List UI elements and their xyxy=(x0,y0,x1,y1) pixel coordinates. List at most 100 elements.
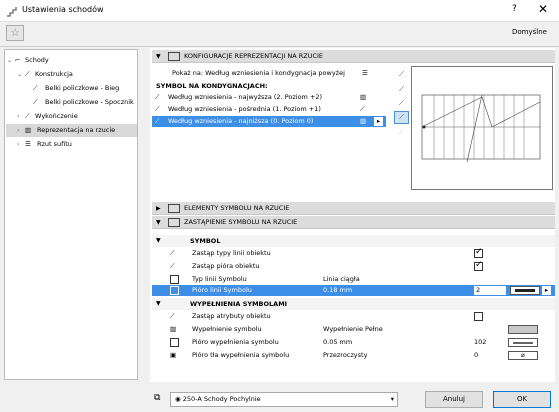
tree-item-label: Belki policzkowe - Bieg xyxy=(45,84,120,92)
tree-item-label: Wykończenie xyxy=(35,112,78,120)
hatch-icon: ▨ xyxy=(170,325,177,333)
fill-pen-swatch[interactable] xyxy=(508,338,538,347)
ok-button[interactable]: OK xyxy=(493,391,551,408)
line-style-1-button[interactable]: ⟋ xyxy=(394,68,409,81)
show-on-label: Pokaż na: Według wzniesienia i kondygnac… xyxy=(172,69,345,77)
row-value: Wypełnienie Pełne xyxy=(323,325,383,333)
symbol-on-floors-header: SYMBOL NA KONDYGNACJACH: xyxy=(156,82,268,90)
footer-bar: ⧉ ◉ 250-A Schody Pochylnie ▾ Anuluj OK xyxy=(0,388,559,412)
tree-item-belki-spocznik[interactable]: ⟋ Belki policzkowe - Spocznik xyxy=(33,96,137,109)
row-label: Zastąp atrybuty obiektu xyxy=(192,312,271,320)
section-elements-header[interactable]: ▶ ELEMENTY SYMBOLU NA RZUCIE xyxy=(152,202,555,215)
row-value: 0.18 mm xyxy=(323,286,353,294)
config-row-middle[interactable]: ⟋ Według wzniesienia - pośrednia (1. Pozi… xyxy=(152,104,386,115)
stair-preview xyxy=(411,66,553,190)
chevron-down-icon: ▾ xyxy=(390,395,394,403)
tree-item-label: Konstrukcja xyxy=(35,70,73,78)
subheader-title: WYPEŁNIENIA SYMBOLAMI xyxy=(190,300,288,308)
override-pens-checkbox[interactable] xyxy=(474,260,483,271)
override-pens-row: ⟋ Zastąp pióra obiektu xyxy=(152,260,555,272)
line-style-4-button[interactable]: ⟋ xyxy=(394,111,409,124)
eye-icon: ◉ xyxy=(175,395,181,403)
pen-number-input[interactable]: 2 xyxy=(474,286,506,295)
override-line-types-checkbox[interactable] xyxy=(474,247,483,258)
triangle-down-icon: ▼ xyxy=(156,219,161,226)
override-line-types-row: ⟋ Zastąp typy linii obiektu xyxy=(152,247,555,259)
row-label: Pióro linii Symbolu xyxy=(192,286,252,294)
line-type-icon: ⟋ xyxy=(170,249,175,257)
show-on-row[interactable]: Pokaż na: Według wzniesienia i kondygnac… xyxy=(152,68,386,79)
tree-item-belki-bieg[interactable]: ⟋ Belki policzkowe - Bieg xyxy=(33,82,137,95)
pen-icon xyxy=(170,286,179,295)
symbol-fill-row[interactable]: ▨ Wypełnienie symbolu Wypełnienie Pełne xyxy=(152,324,555,335)
fill-subheader[interactable]: ▼ WYPEŁNIENIA SYMBOLAMI xyxy=(152,298,555,310)
favorites-button[interactable]: ☆ xyxy=(6,25,24,41)
tree-item-konstrukcja[interactable]: ⌄ ⟋ Konstrukcja xyxy=(17,68,137,81)
stair-app-icon xyxy=(7,7,17,17)
close-button[interactable]: ✕ xyxy=(538,2,548,16)
help-button[interactable]: ? xyxy=(512,4,517,14)
triangle-down-icon: ▼ xyxy=(156,237,161,244)
tree-item-label: Belki policzkowe - Spocznik xyxy=(45,98,134,106)
tree-item-schody[interactable]: ⌄ ⌐ Schody xyxy=(7,54,137,67)
floors-icon[interactable]: ☰ xyxy=(362,68,368,79)
config-row-label: Według wzniesienia - najniższa (0. Pozio… xyxy=(168,117,314,125)
star-icon: ☆ xyxy=(10,26,20,39)
row-value: Przezroczysty xyxy=(323,351,368,359)
chevron-down-icon: ⌄ xyxy=(7,57,13,64)
section-config-header[interactable]: ▼ KONFIGURACJE REPREZENTACJI NA RZUCIE xyxy=(152,50,555,63)
triangle-right-icon: ▶ xyxy=(156,205,161,212)
tree-item-rzut-sufitu[interactable]: › ☰ Rzut sufitu xyxy=(17,138,137,151)
stair-line-icon: ⟋ xyxy=(155,117,160,125)
row-value: Linia ciągła xyxy=(323,275,360,283)
settings-tree[interactable]: ⌄ ⌐ Schody ⌄ ⟋ Konstrukcja ⟋ Belki policzkowe… xyxy=(4,49,138,380)
override-attributes-checkbox[interactable] xyxy=(474,312,483,321)
symbol-fill-pen-row[interactable]: Pióro wypełnienia symbolu 0.05 mm 102 xyxy=(152,337,555,348)
line-type-icon xyxy=(170,275,179,284)
tree-item-label: Schody xyxy=(25,56,49,64)
line-style-5-button[interactable]: ⟋ xyxy=(394,126,409,139)
tree-item-reprezentacja[interactable]: › ▥ Reprezentacja na rzucie xyxy=(6,124,137,137)
floorplan-icon xyxy=(168,218,180,227)
transparent-swatch[interactable]: ⌀ xyxy=(508,351,538,360)
config-row-label: Według wzniesienia - pośrednia (1. Pozio… xyxy=(168,105,321,113)
symbol-pen-row[interactable]: Pióro linii Symbolu 0.18 mm 2 ▸ xyxy=(152,285,555,296)
fill-bg-number[interactable]: 0 xyxy=(474,350,478,361)
triangle-down-icon: ▼ xyxy=(156,300,161,307)
arrow-right-icon[interactable]: ▸ xyxy=(542,286,551,295)
config-row-lowest[interactable]: ⟋ Według wzniesienia - najniższa (0. Pozi… xyxy=(152,116,386,127)
finish-icon: ⟋ xyxy=(25,112,30,120)
override-attributes-row: ⟋ Zastąp atrybuty obiektu xyxy=(152,311,555,322)
symbol-subheader[interactable]: ▼ SYMBOL xyxy=(152,235,555,247)
row-value: 0.05 mm xyxy=(323,338,353,346)
symbol-line-type-row[interactable]: Typ linii Symbolu Linia ciągła xyxy=(152,274,555,285)
symbol-icon: ⟋ xyxy=(360,105,365,113)
fill-swatch[interactable] xyxy=(508,325,538,334)
pen-swatch[interactable] xyxy=(510,286,540,295)
line-style-3-button[interactable]: ⟋ xyxy=(394,97,409,110)
tree-item-wykonczenie[interactable]: › ⟋ Wykończenie xyxy=(17,110,137,123)
stair-line-icon: ⟋ xyxy=(155,93,160,101)
row-label: Zastąp pióra obiektu xyxy=(192,262,260,270)
stair-line-icon: ⟋ xyxy=(155,105,160,113)
structure-icon: ⟋ xyxy=(25,70,30,78)
tree-item-label: Reprezentacja na rzucie xyxy=(37,126,116,134)
layer-select[interactable]: ◉ 250-A Schody Pochylnie ▾ xyxy=(170,392,398,407)
section-override-header[interactable]: ▼ ZASTĄPIENIE SYMBOLU NA RZUCIE xyxy=(152,216,555,229)
attribute-icon: ⟋ xyxy=(170,312,175,320)
stair-plan-drawing xyxy=(421,94,541,163)
floorplan-icon xyxy=(168,52,180,61)
chevron-right-icon: › xyxy=(17,141,20,148)
symbol-icon: ▥ xyxy=(360,93,367,101)
chevron-right-icon: › xyxy=(17,113,20,120)
row-label: Zastąp typy linii obiektu xyxy=(192,249,271,257)
fill-pen-number[interactable]: 102 xyxy=(474,337,486,348)
config-row-highest[interactable]: ⟋ Według wzniesienia - najwyższa (2. Pozi… xyxy=(152,92,386,103)
divider xyxy=(0,46,559,47)
line-style-2-button[interactable]: ⟋ xyxy=(394,83,409,96)
arrow-right-icon[interactable]: ▸ xyxy=(374,117,383,126)
cancel-button[interactable]: Anuluj xyxy=(425,391,483,408)
floorplan-icon: ▥ xyxy=(25,126,32,134)
row-label: Wypełnienie symbolu xyxy=(192,325,262,333)
symbol-fill-bg-row[interactable]: ▣ Pióro tła wypełnienia symbolu Przezroczy… xyxy=(152,350,555,361)
